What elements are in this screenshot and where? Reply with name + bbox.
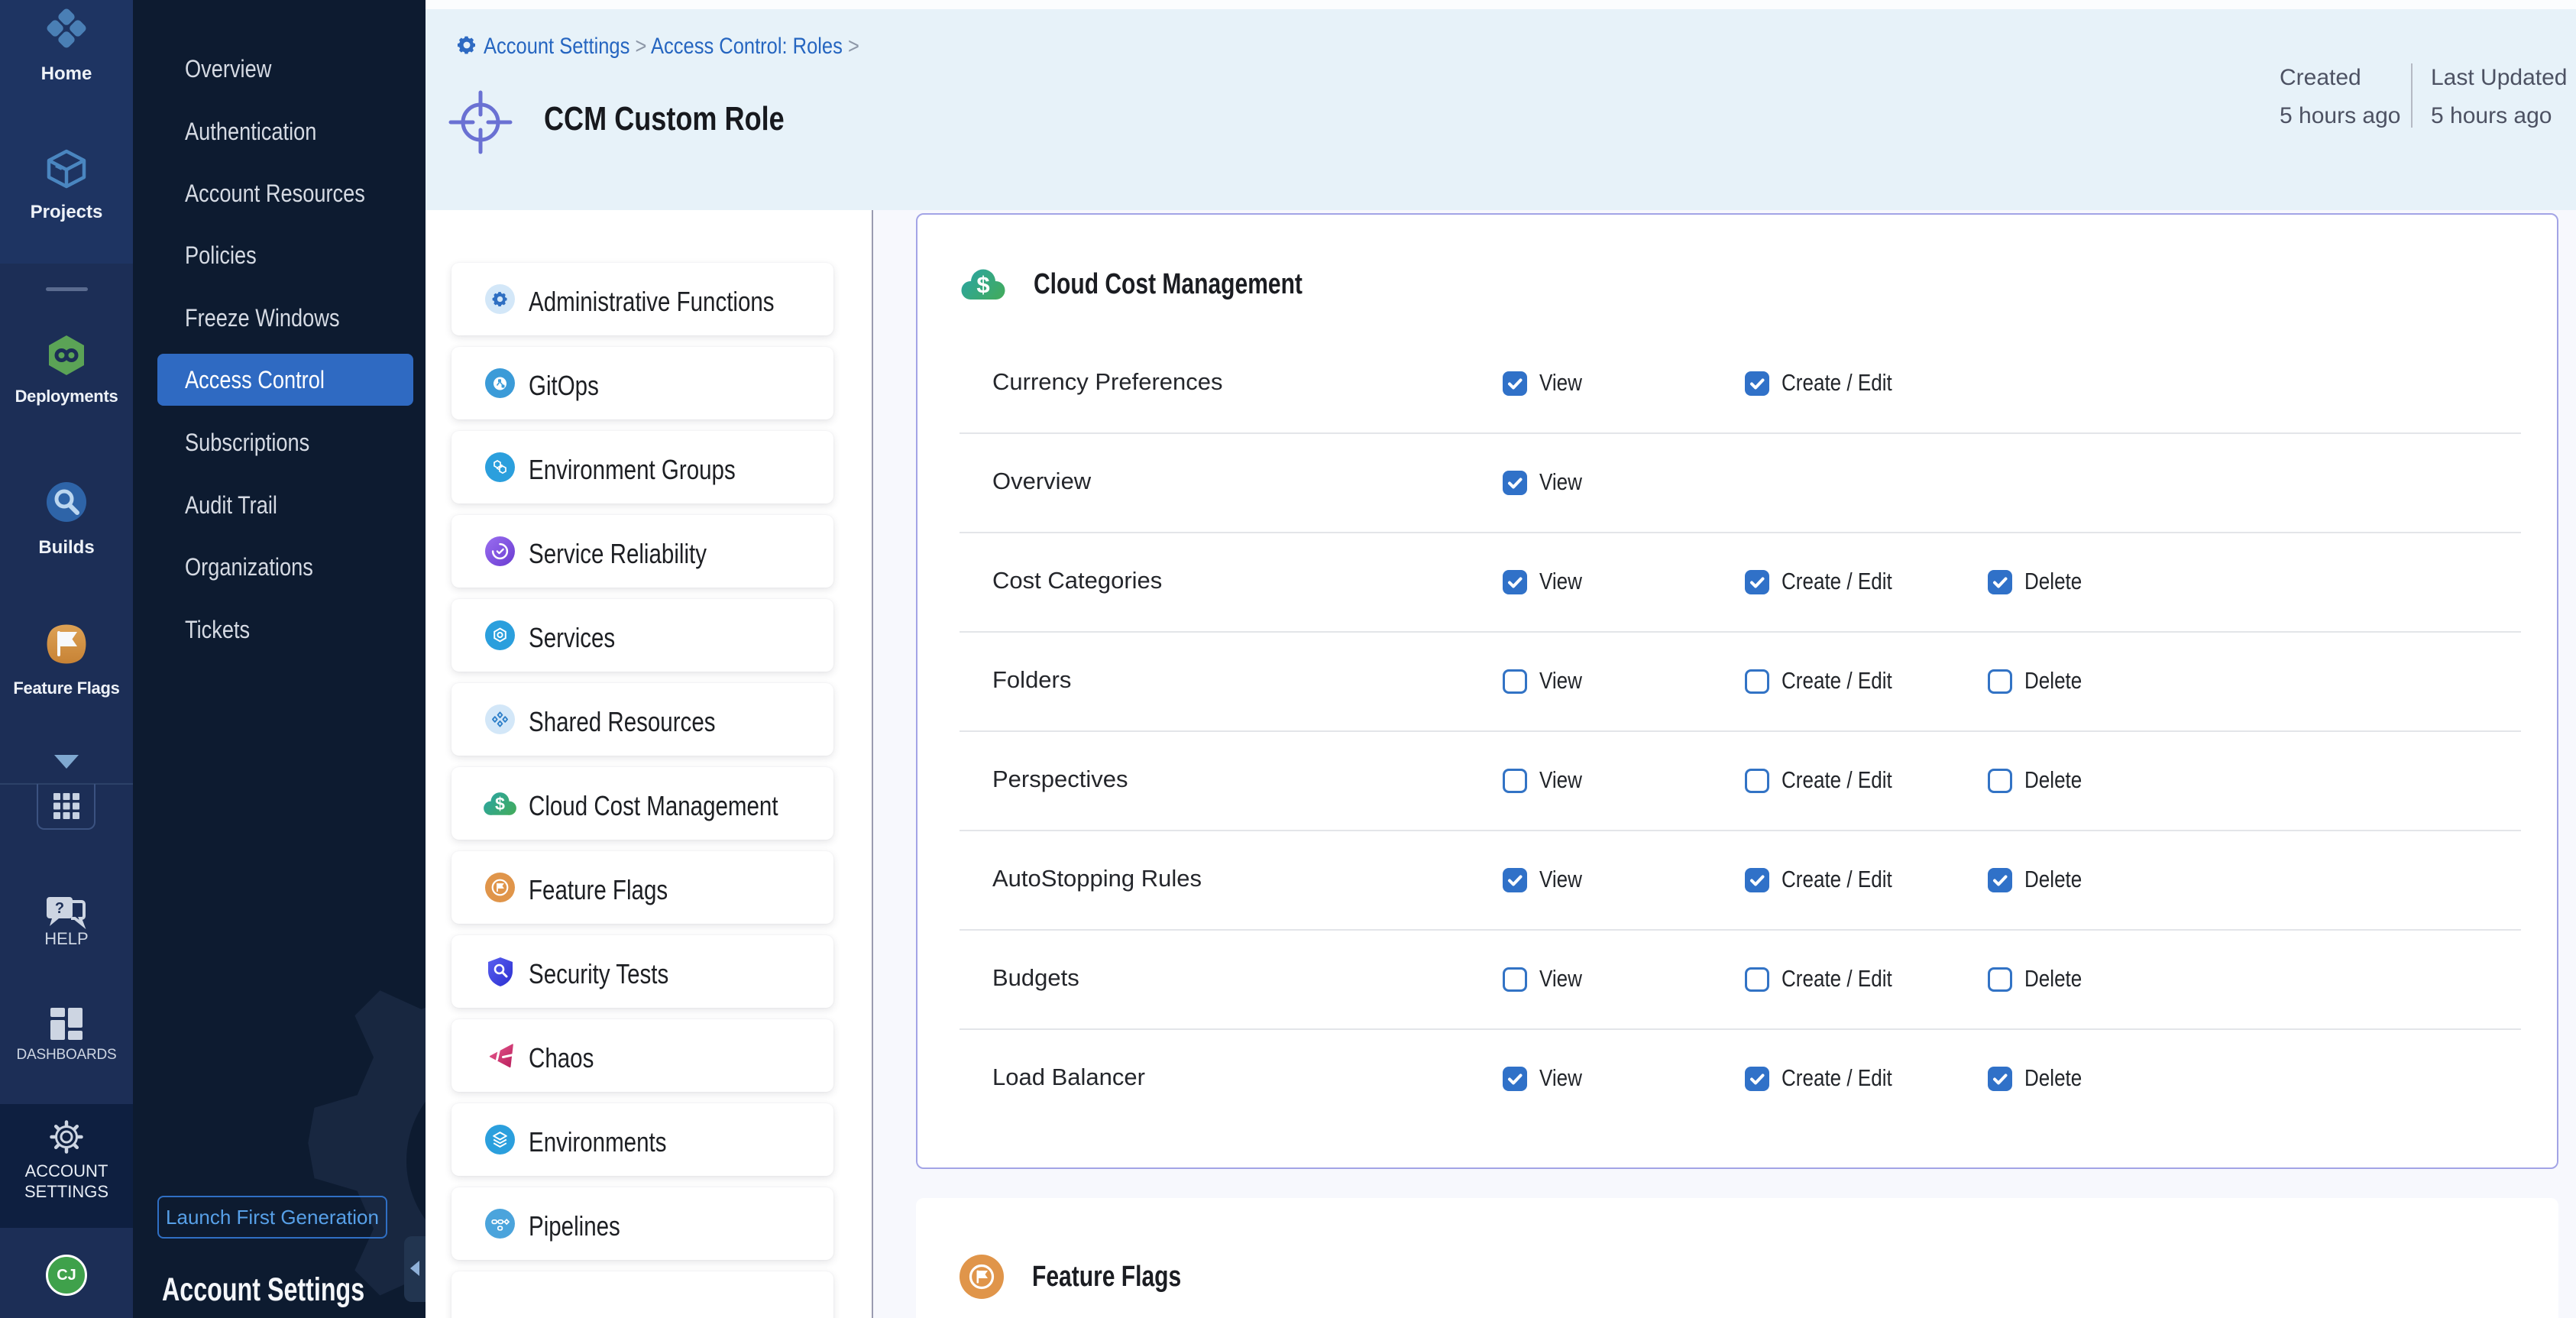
- svg-text:?: ?: [55, 900, 64, 917]
- svg-text:$: $: [976, 271, 989, 298]
- svg-text:$: $: [495, 794, 505, 814]
